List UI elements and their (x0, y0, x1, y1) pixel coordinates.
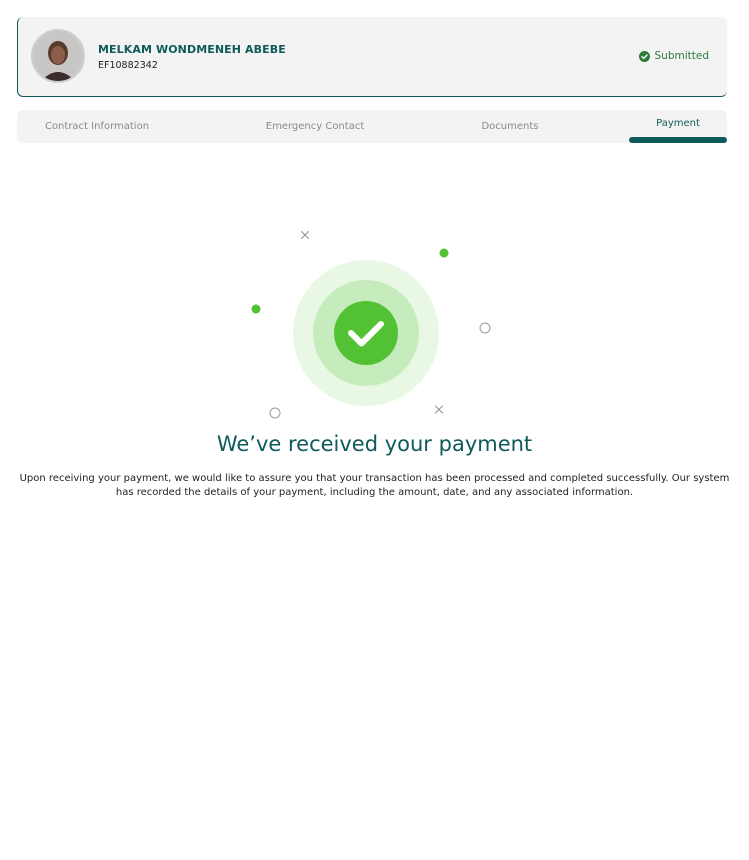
success-illustration (240, 220, 500, 430)
tab-emergency-contact[interactable]: Emergency Contact (235, 110, 395, 143)
user-id: EF10882342 (98, 60, 158, 71)
status-label: Submitted (654, 50, 710, 62)
decor-dot (251, 304, 261, 314)
status-badge: Submitted (638, 50, 710, 62)
decor-ring (479, 322, 491, 334)
decor-dot (439, 248, 449, 258)
tab-bar: Contract Information Emergency Contact D… (17, 110, 727, 143)
user-name: MELKAM WONDMENEH ABEBE (98, 43, 286, 56)
tab-payment[interactable]: Payment (629, 110, 727, 143)
tab-documents[interactable]: Documents (430, 110, 590, 143)
profile-card: MELKAM WONDMENEH ABEBE EF10882342 Submit… (17, 17, 727, 97)
decor-cross (434, 405, 444, 414)
decor-ring (269, 407, 281, 419)
inner-circle (334, 301, 398, 365)
success-title: We’ve received your payment (216, 432, 533, 456)
decor-cross (300, 230, 310, 240)
avatar (31, 29, 85, 83)
tab-contract-information[interactable]: Contract Information (17, 110, 177, 143)
check-circle-icon (638, 50, 650, 62)
success-message: Upon receiving your payment, we would li… (19, 473, 730, 498)
